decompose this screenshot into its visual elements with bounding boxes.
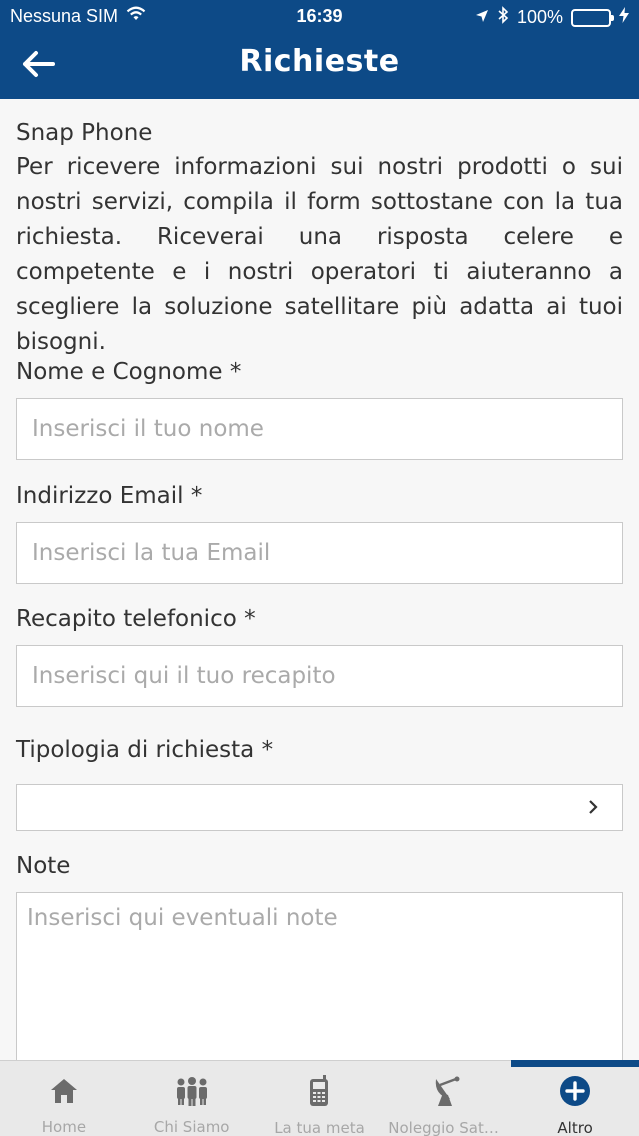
battery-percent: 100% <box>516 7 563 27</box>
tab-noleggio-label: Noleggio Satel... <box>388 1119 507 1136</box>
email-label: Indirizzo Email * <box>16 483 203 509</box>
name-label: Nome e Cognome * <box>16 359 242 385</box>
charging-icon <box>619 7 629 28</box>
phone-input[interactable]: Inserisci qui il tuo recapito <box>16 645 623 707</box>
tab-chi-siamo-label: Chi Siamo <box>153 1118 230 1136</box>
phone-label: Recapito telefonico * <box>16 606 256 632</box>
email-placeholder: Inserisci la tua Email <box>32 540 271 566</box>
battery-icon <box>571 8 614 27</box>
notes-label: Note <box>16 853 71 879</box>
tab-bar: Home Chi Siamo La tua meta Noleggio Sate… <box>0 1060 639 1136</box>
email-input[interactable]: Inserisci la tua Email <box>16 522 623 584</box>
nav-bar: Richieste <box>0 32 639 99</box>
name-input[interactable]: Inserisci il tuo nome <box>16 398 623 460</box>
plus-circle-icon <box>559 1075 591 1107</box>
people-icon <box>175 1075 209 1106</box>
home-icon <box>49 1075 79 1106</box>
status-right: 100% <box>475 6 629 29</box>
tab-altro[interactable]: Altro <box>511 1060 639 1136</box>
tab-home-label: Home <box>41 1118 87 1136</box>
chevron-right-icon <box>588 795 598 821</box>
satellite-dish-icon <box>432 1075 462 1107</box>
intro-section: Snap Phone Per ricevere informazioni sui… <box>16 116 623 360</box>
phone-placeholder: Inserisci qui il tuo recapito <box>32 663 336 689</box>
notes-placeholder: Inserisci qui eventuali note <box>27 905 338 931</box>
bluetooth-icon <box>497 6 509 29</box>
tab-altro-label: Altro <box>557 1119 593 1136</box>
tab-la-tua-meta-label: La tua meta <box>274 1119 365 1136</box>
tab-la-tua-meta[interactable]: La tua meta <box>256 1061 384 1136</box>
request-type-label: Tipologia di richiesta * <box>16 737 274 763</box>
intro-title: Snap Phone <box>16 120 153 146</box>
tab-home[interactable]: Home <box>0 1061 128 1136</box>
status-bar: Nessuna SIM 16:39 100% <box>0 0 639 32</box>
location-arrow-icon <box>475 7 489 28</box>
top-bar: Nessuna SIM 16:39 100% Richieste <box>0 0 639 99</box>
name-placeholder: Inserisci il tuo nome <box>32 416 264 442</box>
satellite-phone-icon <box>308 1075 330 1107</box>
request-type-select[interactable] <box>16 784 623 831</box>
notes-textarea[interactable]: Inserisci qui eventuali note <box>16 892 623 1060</box>
tab-noleggio[interactable]: Noleggio Satel... <box>383 1061 511 1136</box>
tab-chi-siamo[interactable]: Chi Siamo <box>128 1061 256 1136</box>
page-title: Richieste <box>239 44 400 79</box>
intro-text: Per ricevere informazioni sui nostri pro… <box>16 154 623 355</box>
